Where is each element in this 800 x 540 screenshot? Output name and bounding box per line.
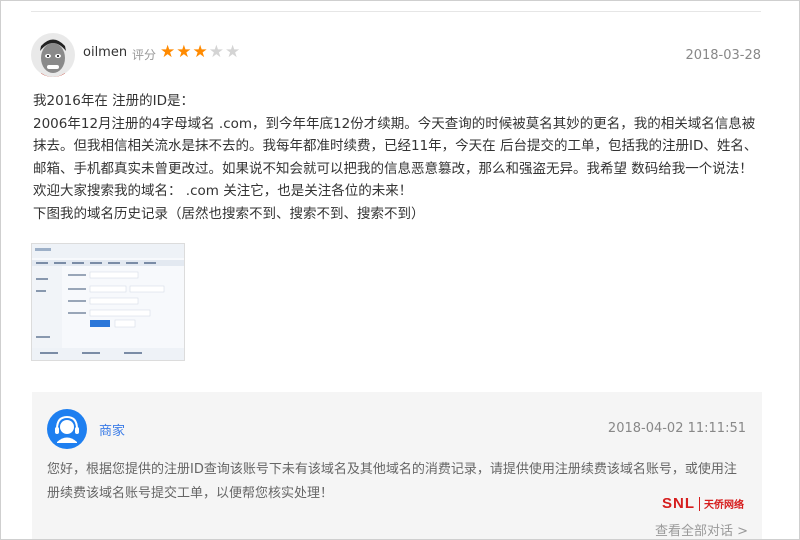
watermark-divider <box>699 496 700 511</box>
star-filled-icon: ★ <box>160 42 176 62</box>
divider <box>31 11 761 12</box>
screenshot-image <box>32 244 184 360</box>
review-card: oilmen 评分 ★ ★ ★ ★ ★ 2018-03-28 我2016年在 注册的ID… <box>0 0 800 540</box>
star-filled-icon: ★ <box>176 42 192 62</box>
merchant-reply: 商家 2018-04-02 11:11:51 您好，根据您提供的注册ID查询该账… <box>32 392 762 539</box>
merchant-name[interactable]: 商家 <box>99 420 125 439</box>
watermark-brand: SNL <box>662 495 695 512</box>
review-paragraph: 我2016年在 注册的ID是： <box>33 93 195 109</box>
review-screenshot-thumbnail[interactable] <box>31 243 185 361</box>
watermark-name: 天侨网络 <box>704 500 744 511</box>
review-paragraph: 欢迎大家搜索我的域名： .com 关注它，也是关注各位的未来！ <box>33 183 413 199</box>
merchant-avatar <box>47 409 87 449</box>
review-date: 2018-03-28 <box>685 48 761 63</box>
rating-label: 评分 <box>132 48 157 62</box>
review-paragraph: 下图我的域名历史记录（居然也搜索不到、搜索不到、搜索不到） <box>33 205 425 222</box>
user-avatar[interactable] <box>31 33 75 77</box>
customer-service-icon <box>55 415 79 443</box>
user-face-icon <box>31 33 75 77</box>
star-empty-icon: ★ <box>225 42 241 62</box>
star-filled-icon: ★ <box>192 42 208 62</box>
reply-date: 2018-04-02 11:11:51 <box>607 421 746 436</box>
view-all-conversation-link[interactable]: 查看全部对话 > <box>655 520 748 539</box>
rating-stars: ★ ★ ★ ★ ★ <box>160 43 240 61</box>
review-body: 我2016年在 注册的ID是： 2006年12月注册的4字母域名 .com，到今… <box>33 90 763 225</box>
star-empty-icon: ★ <box>208 42 224 62</box>
review-paragraph: 2006年12月注册的4字母域名 .com，到今年年底12份才续期。今天查询的时… <box>33 115 758 177</box>
review-username[interactable]: oilmen <box>83 45 127 60</box>
reply-text: 您好，根据您提供的注册ID查询该账号下未有该域名及其他域名的消费记录，请提供使用… <box>47 462 737 501</box>
watermark: SNL 天侨网络 <box>662 495 744 512</box>
